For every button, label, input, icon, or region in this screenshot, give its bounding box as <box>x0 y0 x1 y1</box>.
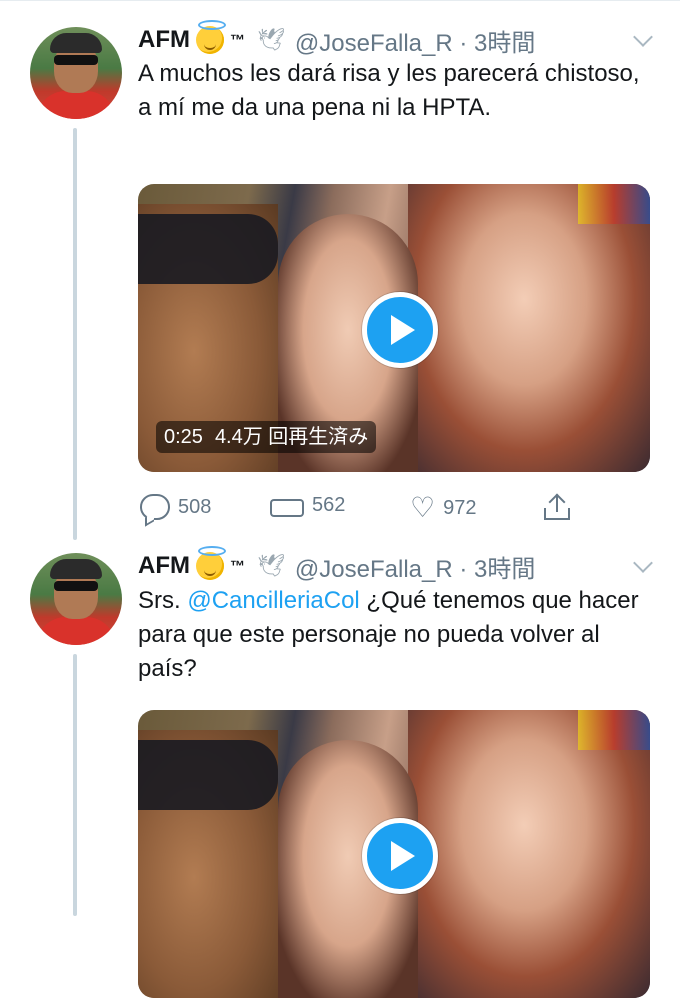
video-info: 0:25 4.4万 回再生済み <box>156 421 377 453</box>
author-handle[interactable]: @JoseFalla_R · 3時間 <box>295 23 535 58</box>
avatar[interactable] <box>30 553 122 645</box>
author-name[interactable]: AFM <box>138 552 190 580</box>
halo-emoji-icon <box>195 20 226 54</box>
retweet-icon <box>270 495 304 517</box>
reply-count: 508 <box>178 495 212 518</box>
thread-line <box>73 128 77 540</box>
dove-icon: 🕊 <box>256 553 285 578</box>
dove-icon: 🕊 <box>256 27 285 52</box>
play-button[interactable] <box>362 818 438 894</box>
share-button[interactable] <box>544 493 570 520</box>
mention-link[interactable]: @CancilleriaCol <box>187 587 359 614</box>
retweet-button[interactable]: 562 <box>270 494 345 517</box>
tweet-1[interactable]: AFM ™ 🕊 @JoseFalla_R · 3時間 A muchos les … <box>0 0 680 540</box>
tweet-text: A muchos les dará risa y les parecerá ch… <box>138 60 640 121</box>
tweet-actions: 508 562 ♡ 972 <box>138 494 658 524</box>
tweet-header: AFM ™ 🕊 @JoseFalla_R · 3時間 <box>138 546 535 584</box>
reply-button[interactable]: 508 <box>140 494 211 520</box>
avatar[interactable] <box>30 27 122 119</box>
tm-mark: ™ <box>229 31 245 49</box>
like-count: 972 <box>443 496 477 519</box>
video-views: 4.4万 回再生済み <box>214 426 369 448</box>
tweet-2[interactable]: AFM ™ 🕊 @JoseFalla_R · 3時間 Srs. @Cancill… <box>0 540 680 998</box>
tweet-header: AFM ™ 🕊 @JoseFalla_R · 3時間 <box>138 20 535 58</box>
name-badges: ™ 🕊 <box>195 546 285 580</box>
name-badges: ™ 🕊 <box>195 20 285 54</box>
chevron-down-icon[interactable] <box>633 553 653 573</box>
video-thumbnail[interactable] <box>138 710 650 998</box>
play-button[interactable] <box>362 292 438 368</box>
reply-icon <box>140 494 170 520</box>
chevron-down-icon[interactable] <box>633 27 653 47</box>
video-duration: 0:25 <box>164 426 203 448</box>
retweet-count: 562 <box>312 494 346 516</box>
author-name[interactable]: AFM <box>138 26 190 54</box>
tm-mark: ™ <box>229 557 245 575</box>
like-button[interactable]: ♡ 972 <box>410 494 476 522</box>
thread-line <box>73 654 77 916</box>
video-thumbnail[interactable]: 0:25 4.4万 回再生済み <box>138 184 650 472</box>
tweet-text: Srs. @CancilleriaCol ¿Qué tenemos que ha… <box>138 587 639 682</box>
share-icon <box>544 493 570 520</box>
author-handle[interactable]: @JoseFalla_R · 3時間 <box>295 549 535 584</box>
halo-emoji-icon <box>195 546 226 580</box>
heart-icon: ♡ <box>410 492 436 523</box>
